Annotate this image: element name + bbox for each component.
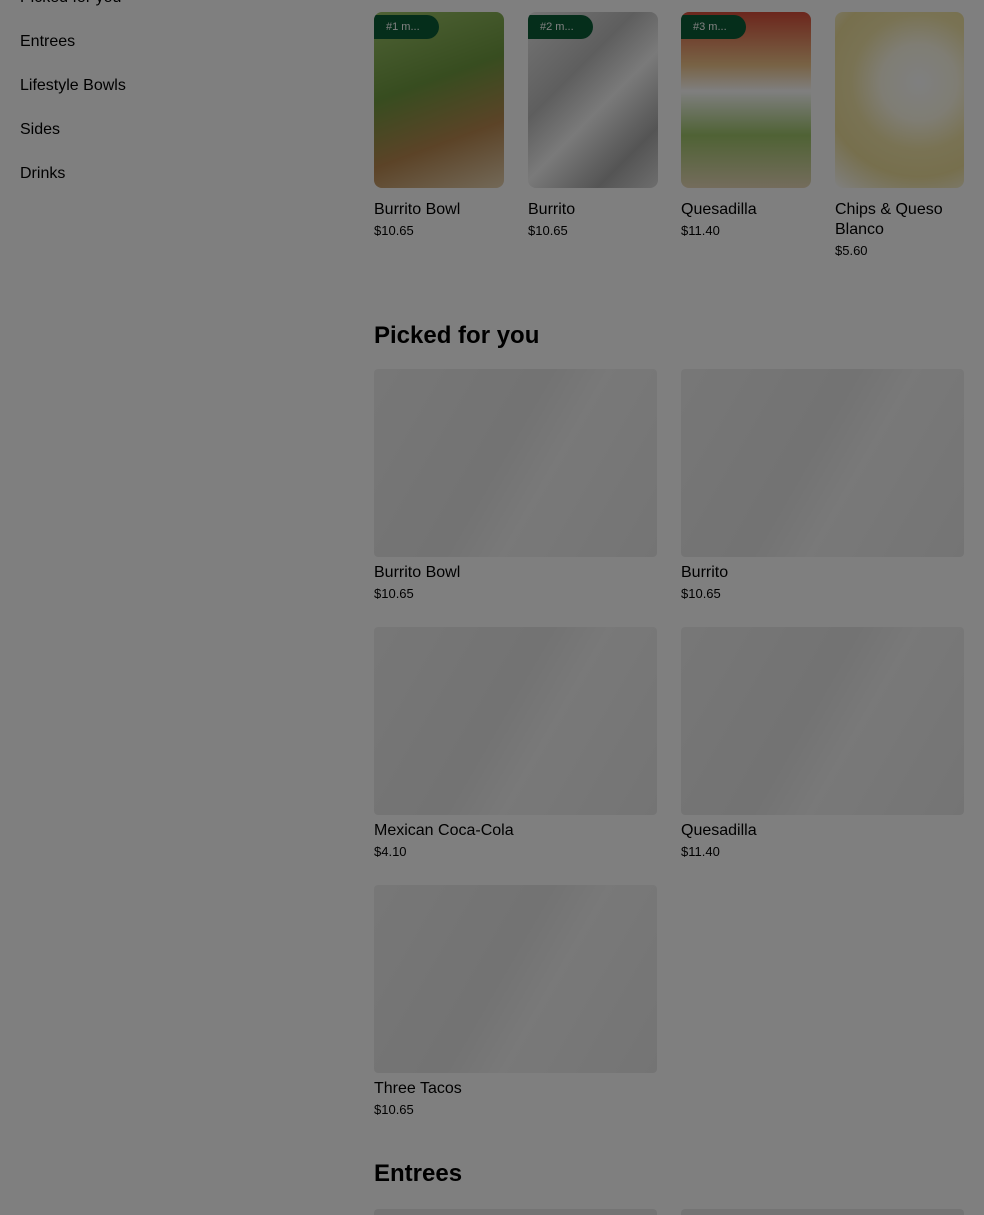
modal-backdrop-overlay[interactable] [0, 0, 984, 1215]
page: Picked for you Entrees Lifestyle Bowls S… [0, 0, 984, 1215]
